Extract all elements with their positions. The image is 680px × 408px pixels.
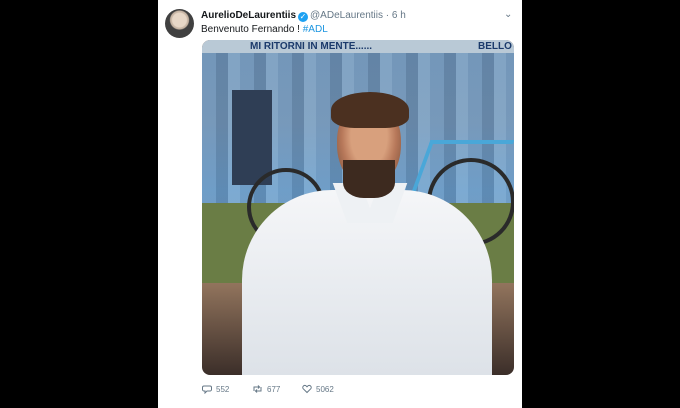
- hair: [331, 92, 409, 128]
- timestamp[interactable]: 6 h: [392, 10, 406, 21]
- verified-badge-icon: ✓: [298, 12, 309, 22]
- reply-count: 552: [216, 385, 230, 394]
- avatar[interactable]: [165, 9, 194, 38]
- separator: ·: [385, 10, 390, 21]
- tweet-text-body: Benvenuto Fernando !: [201, 24, 303, 35]
- chevron-down-icon[interactable]: ⌄: [504, 9, 512, 20]
- like-count: 5062: [316, 385, 334, 394]
- tweet-photo[interactable]: MI RITORNI IN MENTE...... BELLO: [202, 40, 514, 375]
- tweet-card: AurelioDeLaurentiis ✓ @ADeLaurentiis · 6 h…: [158, 0, 522, 408]
- tweet-header: AurelioDeLaurentiis ✓ @ADeLaurentiis · 6 h: [201, 10, 406, 22]
- like-action[interactable]: 5062: [302, 384, 334, 395]
- beard: [343, 160, 395, 198]
- handle[interactable]: @ADeLaurentiis: [310, 10, 383, 21]
- retweet-icon: [253, 385, 262, 393]
- hashtag-link[interactable]: #ADL: [303, 24, 328, 35]
- tweet-text: Benvenuto Fernando ! #ADL: [201, 24, 328, 36]
- reply-icon: [202, 385, 212, 395]
- heart-icon: [302, 384, 312, 394]
- retweet-action[interactable]: 677: [252, 384, 280, 395]
- reply-action[interactable]: 552: [202, 384, 229, 395]
- person: [202, 40, 514, 375]
- retweet-count: 677: [267, 385, 281, 394]
- display-name[interactable]: AurelioDeLaurentiis: [201, 10, 296, 21]
